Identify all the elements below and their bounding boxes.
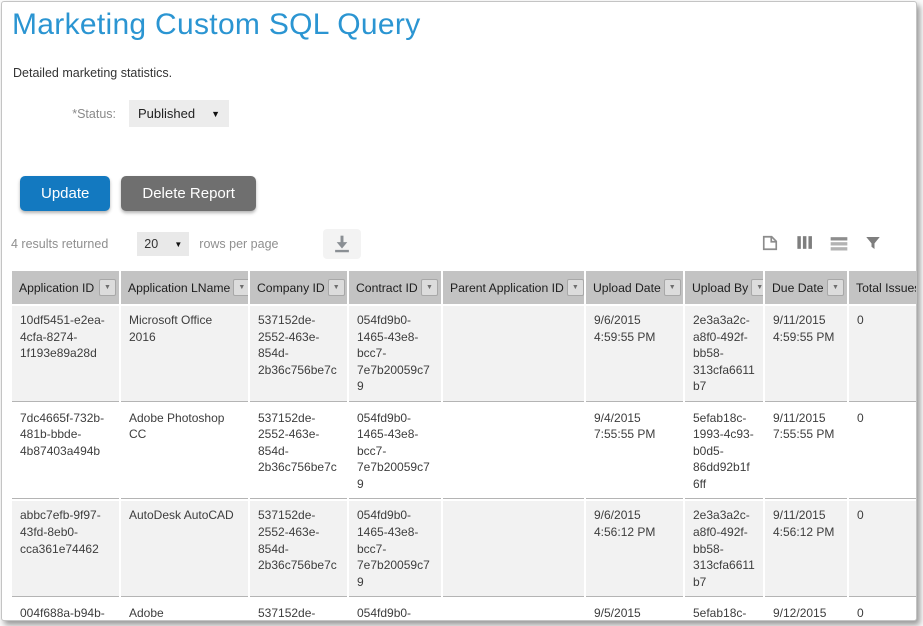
- table-cell: 9/11/2015 4:59:55 PM: [765, 306, 847, 402]
- table-cell: [443, 404, 584, 500]
- table-cell: Adobe Photoshop CC: [121, 404, 248, 500]
- column-header[interactable]: Company ID▼: [250, 271, 347, 304]
- column-header[interactable]: Contract ID▼: [349, 271, 441, 304]
- report-page-button[interactable]: [760, 233, 780, 256]
- header-row: Application ID▼Application LName▼Company…: [12, 271, 917, 304]
- table-cell: AutoDesk AutoCAD: [121, 501, 248, 597]
- rows-icon: [829, 233, 849, 256]
- column-header-label: Contract ID: [356, 281, 418, 295]
- table-cell: 537152de-2552-463e-854d-2b36c756be7c: [250, 404, 347, 500]
- table-cell: 2e3a3a2c-a8f0-492f-bb58-313cfa6611b7: [685, 306, 763, 402]
- status-field-row: *Status: Published ▼: [64, 100, 916, 127]
- table-cell: 10df5451-e2ea-4cfa-8274-1f193e89a28d: [12, 306, 119, 402]
- table-body: 10df5451-e2ea-4cfa-8274-1f193e89a28dMicr…: [12, 306, 917, 621]
- table-cell: 537152de-2552-463e-854d-2b36c756be7c: [250, 599, 347, 621]
- column-header-label: Company ID: [257, 281, 325, 295]
- column-header-label: Total Issues: [856, 281, 917, 295]
- table-cell: 054fd9b0-1465-43e8-bcc7-7e7b20059c79: [349, 306, 441, 402]
- rows-per-page-label: rows per page: [199, 237, 278, 251]
- column-menu-button[interactable]: ▼: [827, 279, 844, 296]
- results-table: Application ID▼Application LName▼Company…: [10, 269, 917, 621]
- chevron-down-icon: ▼: [211, 109, 220, 119]
- column-header-label: Upload By: [692, 281, 748, 295]
- status-select[interactable]: Published ▼: [129, 100, 229, 127]
- column-header-label: Application LName: [128, 281, 230, 295]
- column-menu-button[interactable]: ▼: [233, 279, 248, 296]
- rows-view-button[interactable]: [829, 233, 849, 256]
- results-table-wrap: Application ID▼Application LName▼Company…: [10, 269, 917, 621]
- column-menu-button[interactable]: ▼: [567, 279, 584, 296]
- results-count: 4 results returned: [11, 237, 108, 251]
- table-cell: abbc7efb-9f97-43fd-8eb0-cca361e74462: [12, 501, 119, 597]
- table-cell: Microsoft Office 2016: [121, 306, 248, 402]
- columns-view-button[interactable]: [795, 233, 814, 255]
- table-row: 7dc4665f-732b-481b-bbde-4b87403a494bAdob…: [12, 404, 917, 500]
- table-cell: 054fd9b0-1465-43e8-bcc7-7e7b20059c79: [349, 501, 441, 597]
- page-container: Marketing Custom SQL Query Detailed mark…: [1, 1, 917, 621]
- column-header[interactable]: Application LName▼: [121, 271, 248, 304]
- rows-per-page-value: 20: [144, 237, 158, 251]
- table-cell: Adobe Dreamweaver CC: [121, 599, 248, 621]
- table-cell: 054fd9b0-1465-43e8-bcc7-7e7b20059c79: [349, 599, 441, 621]
- column-header[interactable]: Total Issues▼: [849, 271, 917, 304]
- table-row: 004f688a-b94b-4ccf-86de-e4b9cbbb9cdeAdob…: [12, 599, 917, 621]
- column-menu-button[interactable]: ▼: [328, 279, 345, 296]
- column-header-label: Parent Application ID: [450, 281, 564, 295]
- table-cell: 0: [849, 599, 917, 621]
- download-icon: [331, 232, 353, 257]
- table-cell: 0: [849, 306, 917, 402]
- table-cell: [443, 306, 584, 402]
- table-head: Application ID▼Application LName▼Company…: [12, 271, 917, 304]
- update-button[interactable]: Update: [20, 176, 110, 211]
- table-cell: 9/11/2015 7:55:55 PM: [765, 404, 847, 500]
- column-header[interactable]: Application ID ▼: [12, 271, 119, 304]
- chevron-down-icon: ▼: [174, 240, 182, 249]
- filter-icon: [864, 234, 882, 255]
- table-toolbar: 4 results returned 20 ▼ rows per page: [11, 229, 906, 259]
- table-cell: 5efab18c-1993-4c93-b0d5-86dd92b1f6ff: [685, 599, 763, 621]
- table-cell: 7dc4665f-732b-481b-bbde-4b87403a494b: [12, 404, 119, 500]
- column-header[interactable]: Upload Date▼: [586, 271, 683, 304]
- table-cell: 0: [849, 404, 917, 500]
- column-header-label: Upload Date: [593, 281, 661, 295]
- export-download-button[interactable]: [323, 229, 361, 259]
- filter-button[interactable]: [864, 234, 882, 255]
- table-cell: [443, 501, 584, 597]
- table-cell: 0: [849, 501, 917, 597]
- table-cell: 004f688a-b94b-4ccf-86de-e4b9cbbb9cde: [12, 599, 119, 621]
- column-menu-button[interactable]: ▼: [664, 279, 681, 296]
- table-cell: 5efab18c-1993-4c93-b0d5-86dd92b1f6ff: [685, 404, 763, 500]
- view-options: [760, 233, 882, 256]
- column-header[interactable]: Parent Application ID▼: [443, 271, 584, 304]
- table-cell: 9/12/2015 3:15:27 AM: [765, 599, 847, 621]
- page-title: Marketing Custom SQL Query: [12, 8, 916, 42]
- status-label: *Status:: [64, 107, 116, 121]
- action-buttons: Update Delete Report: [20, 176, 916, 211]
- table-cell: [443, 599, 584, 621]
- table-row: abbc7efb-9f97-43fd-8eb0-cca361e74462Auto…: [12, 501, 917, 597]
- column-menu-button[interactable]: ▼: [99, 279, 116, 296]
- column-header-label: Due Date: [772, 281, 824, 295]
- delete-report-button[interactable]: Delete Report: [121, 176, 256, 211]
- column-header[interactable]: Upload By▼: [685, 271, 763, 304]
- report-page-icon: [760, 233, 780, 256]
- column-header-label: Application ID: [19, 281, 94, 295]
- rows-per-page-select[interactable]: 20 ▼: [137, 232, 189, 256]
- column-header[interactable]: Due Date▼: [765, 271, 847, 304]
- table-cell: 9/4/2015 7:55:55 PM: [586, 404, 683, 500]
- table-cell: 9/6/2015 4:59:55 PM: [586, 306, 683, 402]
- table-cell: 9/6/2015 4:56:12 PM: [586, 501, 683, 597]
- page-subtitle: Detailed marketing statistics.: [13, 66, 916, 80]
- column-menu-button[interactable]: ▼: [421, 279, 438, 296]
- table-cell: 537152de-2552-463e-854d-2b36c756be7c: [250, 501, 347, 597]
- table-cell: 054fd9b0-1465-43e8-bcc7-7e7b20059c79: [349, 404, 441, 500]
- status-select-value: Published: [138, 106, 195, 121]
- table-cell: 9/5/2015 3:15:27 AM: [586, 599, 683, 621]
- column-menu-button[interactable]: ▼: [751, 279, 763, 296]
- table-cell: 2e3a3a2c-a8f0-492f-bb58-313cfa6611b7: [685, 501, 763, 597]
- columns-icon: [795, 233, 814, 255]
- table-row: 10df5451-e2ea-4cfa-8274-1f193e89a28dMicr…: [12, 306, 917, 402]
- table-cell: 9/11/2015 4:56:12 PM: [765, 501, 847, 597]
- table-cell: 537152de-2552-463e-854d-2b36c756be7c: [250, 306, 347, 402]
